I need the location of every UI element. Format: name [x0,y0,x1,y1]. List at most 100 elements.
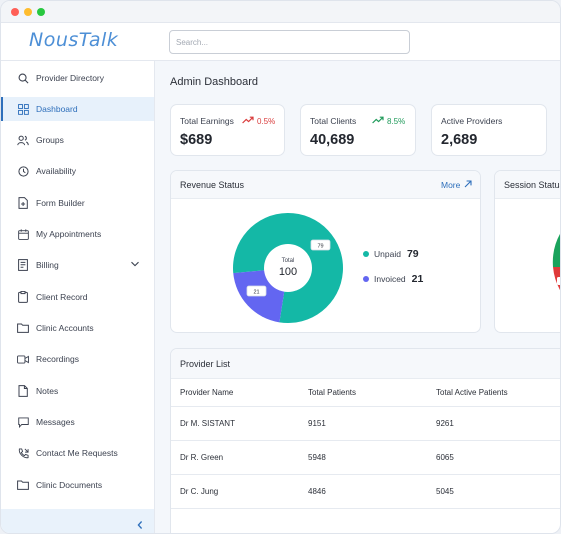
table-header-row: Provider Name Total Patients Total Activ… [171,379,560,407]
sidebar-item-label: Client Record [36,292,88,302]
sidebar-item-label: Clinic Documents [36,480,103,490]
table-row[interactable]: Dr M. SISTANT 9151 9261 [171,406,560,441]
search-input[interactable] [169,30,410,54]
page-title: Admin Dashboard [170,76,259,88]
folder-icon [17,479,29,491]
legend-swatch [363,276,369,282]
sidebar-item-billing[interactable]: Billing [1,253,154,277]
column-header[interactable]: Total Patients [299,379,427,407]
legend-label: Invoiced [374,274,406,284]
table-row-partial [171,508,560,533]
donut-center-label: Total [282,258,295,264]
stat-value: 2,689 [441,132,478,148]
panel-header: Session Status [495,171,561,199]
sidebar-item-my-appointments[interactable]: My Appointments [1,222,154,246]
app-logo[interactable]: NousTalk [29,29,118,51]
sidebar-item-client-record[interactable]: Client Record [1,285,154,309]
receipt-icon [17,259,29,271]
legend-value: 79 [406,248,419,260]
sidebar: Provider Directory Dashboard Groups Avai… [1,61,155,533]
legend-swatch [363,251,369,257]
top-bar: NousTalk [1,23,560,61]
sidebar-item-clinic-documents[interactable]: Clinic Documents [1,473,154,497]
stat-value: $689 [180,132,213,148]
data-label-box [557,277,560,285]
folder-icon [17,322,29,334]
trend-indicator: 8.5% [372,116,405,126]
search-icon [17,72,29,84]
sidebar-item-label: Notes [36,386,59,396]
session-status-panel: Session Status [494,170,561,333]
data-label-invoiced: 21 [253,289,259,295]
data-label-unpaid: 79 [317,243,323,249]
chevron-left-icon[interactable] [136,517,144,533]
grid-icon [17,103,29,115]
sidebar-item-groups[interactable]: Groups [1,128,154,152]
table-cell: 6065 [427,440,560,475]
trend-up-icon [242,116,254,126]
table-cell: Dr C. Jung [171,474,299,509]
table-row[interactable]: Dr C. Jung 4846 5045 [171,474,560,509]
sidebar-item-label: Clinic Accounts [36,323,94,333]
trend-value: 0.5% [257,116,276,126]
sidebar-item-clinic-accounts[interactable]: Clinic Accounts [1,316,154,340]
provider-table: Provider Name Total Patients Total Activ… [171,379,560,533]
calendar-icon [17,228,29,240]
legend-value: 21 [411,273,424,285]
legend-label: Unpaid [374,249,401,259]
stat-value: 40,689 [310,132,355,148]
close-window-button[interactable] [11,8,19,16]
sidebar-item-label: Availability [36,166,77,176]
stat-label: Active Providers [441,116,503,126]
sidebar-collapse-bar[interactable] [1,509,154,533]
sidebar-item-label: Groups [36,135,64,145]
session-donut-chart [552,233,560,291]
legend-item-unpaid: Unpaid 79 [363,248,419,260]
sidebar-item-label: Dashboard [36,104,78,114]
table-cell: 9261 [427,406,560,441]
main-content: Admin Dashboard Total Earnings 0.5% $689… [156,61,561,533]
phone-icon [17,447,29,459]
clipboard-icon [17,291,29,303]
table-cell: Dr M. SISTANT [171,406,299,441]
maximize-window-button[interactable] [37,8,45,16]
sidebar-item-label: Recordings [36,354,79,364]
sidebar-item-label: Form Builder [36,198,85,208]
sidebar-item-contact-me-requests[interactable]: Contact Me Requests [1,441,154,465]
stat-card-total-earnings: Total Earnings 0.5% $689 [170,104,285,156]
trend-value: 8.5% [387,116,406,126]
table-row[interactable]: Dr R. Green 5948 6065 [171,440,560,475]
file-icon [17,385,29,397]
more-link[interactable]: More [441,180,472,190]
sidebar-item-label: Provider Directory [36,73,105,83]
more-label: More [441,180,461,190]
sidebar-item-messages[interactable]: Messages [1,410,154,434]
provider-list-panel: Provider List Provider Name Total Patien… [170,348,560,533]
sidebar-item-recordings[interactable]: Recordings [1,347,154,371]
table-cell: 5045 [427,474,560,509]
stat-card-active-providers: Active Providers 2,689 [431,104,547,156]
panel-title: Session Status [504,180,561,190]
sidebar-item-provider-directory[interactable]: Provider Directory [1,66,154,90]
table-cell: 4846 [299,474,427,509]
stat-card-total-clients: Total Clients 8.5% 40,689 [300,104,416,156]
trend-indicator: 0.5% [242,116,275,126]
column-header[interactable]: Provider Name [171,379,299,407]
sidebar-item-label: My Appointments [36,229,102,239]
session-slice-green [552,233,560,267]
sidebar-item-form-builder[interactable]: Form Builder [1,191,154,215]
arrow-up-right-icon [464,180,472,190]
window-titlebar [1,1,560,23]
sidebar-item-notes[interactable]: Notes [1,379,154,403]
legend-item-invoiced: Invoiced 21 [363,273,423,285]
sidebar-item-availability[interactable]: Availability [1,159,154,183]
stat-label: Total Clients [310,116,357,126]
minimize-window-button[interactable] [24,8,32,16]
chevron-down-icon[interactable] [130,259,140,271]
column-header[interactable]: Total Active Patients [427,379,560,407]
table-cell: 9151 [299,406,427,441]
panel-header: Revenue Status More [171,171,480,199]
panel-header: Provider List [171,349,560,379]
message-icon [17,416,29,428]
sidebar-item-dashboard[interactable]: Dashboard [1,97,154,121]
